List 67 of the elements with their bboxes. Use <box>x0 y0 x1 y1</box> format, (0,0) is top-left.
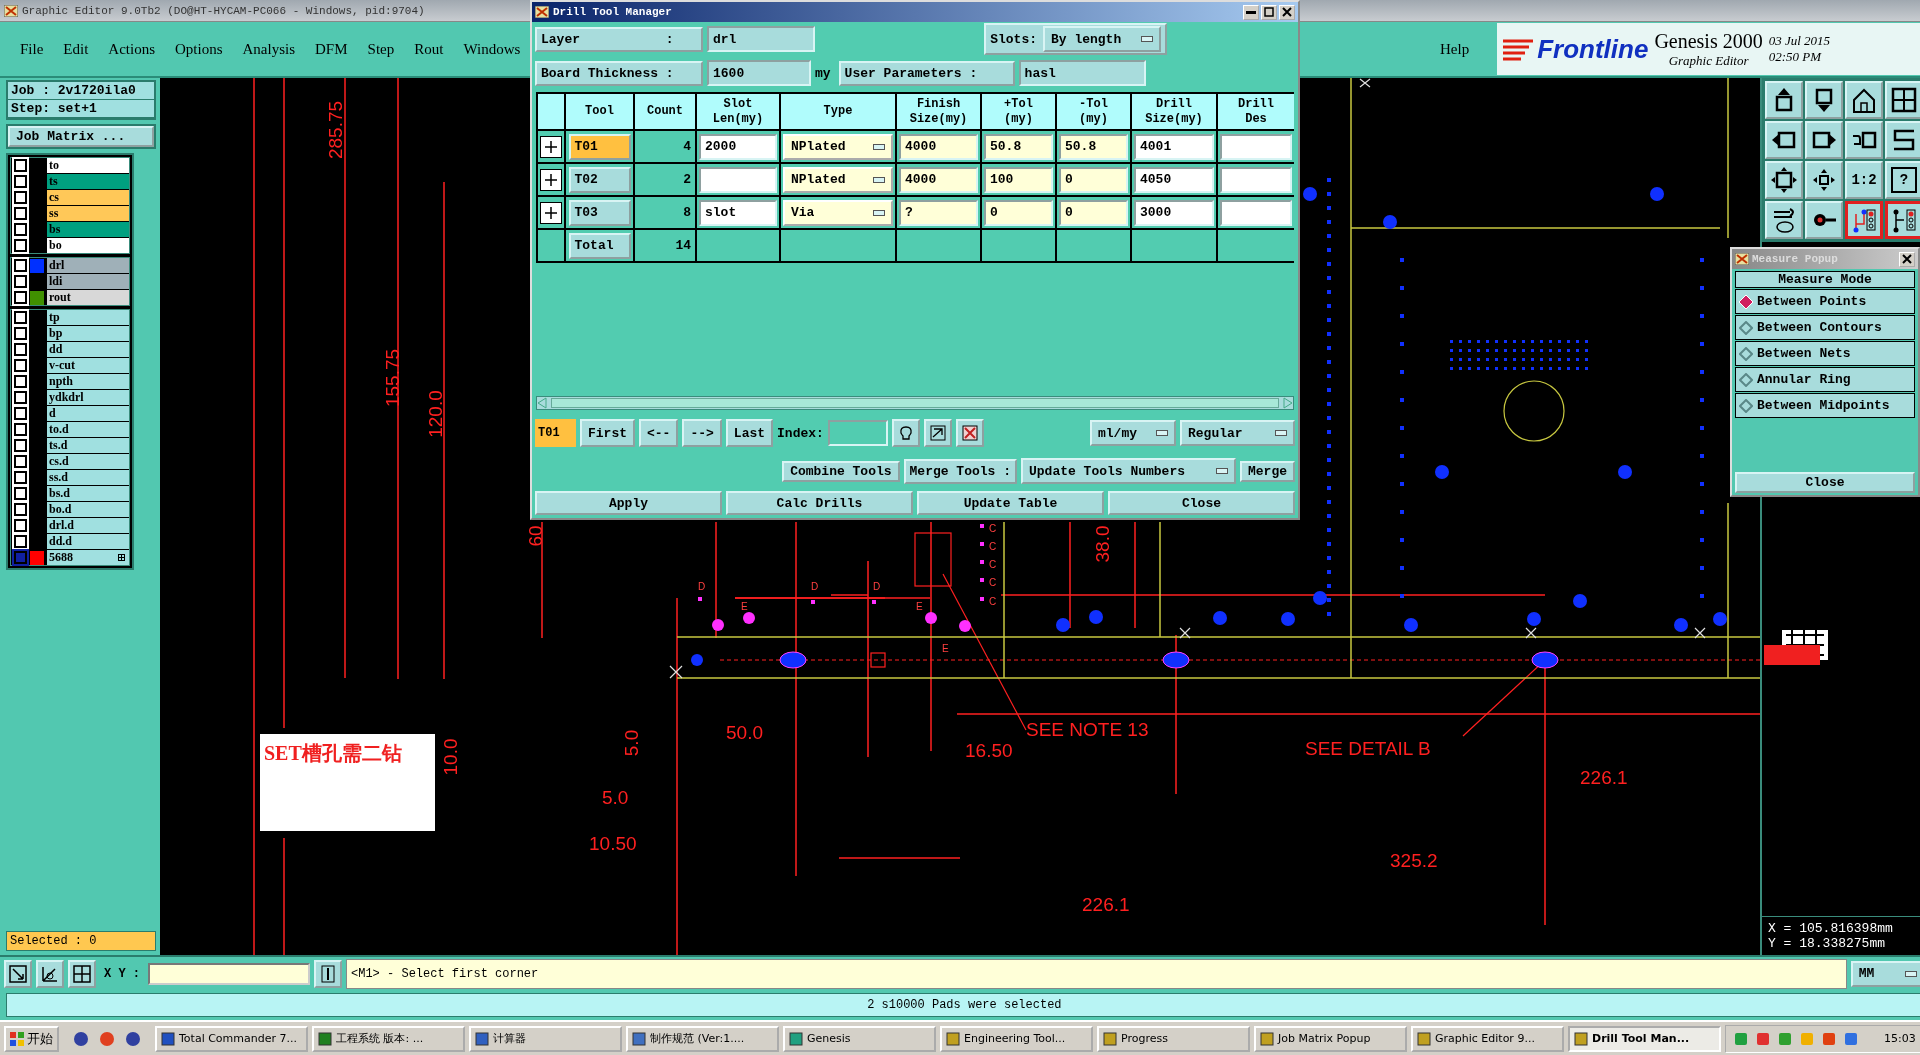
marker-letter: E <box>741 601 748 612</box>
marker-letter: C <box>989 596 997 607</box>
table-cell: 4 <box>635 131 695 162</box>
column-header: Drill Size(my) <box>1132 94 1216 129</box>
thickness-label: Board Thickness : <box>535 60 703 86</box>
popup-title: Measure Popup <box>1752 253 1839 265</box>
column-header: Drill Des <box>1218 94 1294 129</box>
callout-label: SEE DETAIL B <box>1305 738 1431 759</box>
dimension-label: 226.1 <box>1580 767 1628 788</box>
marker-letter: C <box>989 523 997 534</box>
logo: Frontline <box>1537 33 1649 65</box>
status-message: 2 s10000 Pads were selected <box>6 993 1920 1017</box>
dimension-label: 50.0 <box>726 722 763 743</box>
dimension-label: 10.50 <box>589 833 637 854</box>
marker-letter: D <box>698 581 706 592</box>
column-header: +Tol (my) <box>982 94 1055 129</box>
total-label: Total <box>568 232 631 259</box>
column-header: -Tol (my) <box>1057 94 1130 129</box>
marker-letter: D <box>811 581 819 592</box>
step-label: Step: set+1 <box>8 100 154 118</box>
product-subtitle: Graphic Editor <box>1668 52 1749 69</box>
table-cell: 2 <box>635 164 695 195</box>
job-label: Job : 2v1720ila0 <box>8 82 154 100</box>
dimension-label: 226.1 <box>1082 894 1130 915</box>
x-coordinate: X = 105.816398mm <box>1768 921 1894 936</box>
selection-count: Selected : 0 <box>6 931 156 951</box>
layer-label: Layer : <box>535 26 703 52</box>
current-tool-label: T01 <box>535 419 576 447</box>
table-cell: 8 <box>635 197 695 228</box>
index-label: Index: <box>777 425 824 441</box>
date-text: 03 Jul 2015 <box>1768 33 1831 49</box>
column-header: Tool <box>566 94 633 129</box>
clock: 15:03 <box>1884 1032 1916 1045</box>
marker-letter: E <box>916 601 923 612</box>
product-name: Genesis 2000 <box>1654 29 1763 53</box>
merge-tools-label: Merge Tools : <box>903 458 1017 484</box>
column-header: Finish Size(my) <box>897 94 980 129</box>
dimension-label: 120.0 <box>424 390 446 438</box>
marker-letter: D <box>873 581 881 592</box>
y-coordinate: Y = 18.338275mm <box>1768 936 1887 951</box>
window-title: Graphic Editor 9.0Tb2 (DO@HT-HYCAM-PC066 - Windows, pid:9704) <box>22 4 425 17</box>
dimension-label: 285.75 <box>324 100 346 160</box>
dimension-label: 5.0 <box>620 729 642 757</box>
dimension-label: 60 <box>524 525 546 547</box>
marker-letter: C <box>989 577 997 588</box>
dimension-label: 5.0 <box>602 787 629 808</box>
dialog-title: Drill Tool Manager <box>553 6 673 18</box>
slots-label: Slots: <box>990 31 1037 47</box>
dimension-label: 325.2 <box>1390 850 1438 871</box>
time-text: 02:50 PM <box>1768 49 1823 65</box>
dimension-label: 10.0 <box>439 738 461 776</box>
dimension-label: 155.75 <box>381 348 403 408</box>
dimension-label: 16.50 <box>965 740 1013 761</box>
column-header: Type <box>781 94 895 129</box>
section-heading: Measure Mode <box>1735 271 1915 288</box>
marker-letter: C <box>989 559 997 570</box>
unit-label: my <box>815 65 831 81</box>
callout-label: SEE NOTE 13 <box>1026 719 1149 740</box>
dimension-label: 38.0 <box>1091 525 1113 563</box>
marker-letter: E <box>942 643 949 654</box>
column-header: Slot Len(my) <box>697 94 779 129</box>
column-header: Count <box>635 94 695 129</box>
table-cell: 14 <box>635 230 695 261</box>
xy-label: X Y : <box>104 966 140 981</box>
prompt-text: <M1> - Select first corner <box>346 958 1847 989</box>
marker-letter: C <box>989 541 997 552</box>
note-text: SET槽孔需二钻 <box>264 742 402 764</box>
